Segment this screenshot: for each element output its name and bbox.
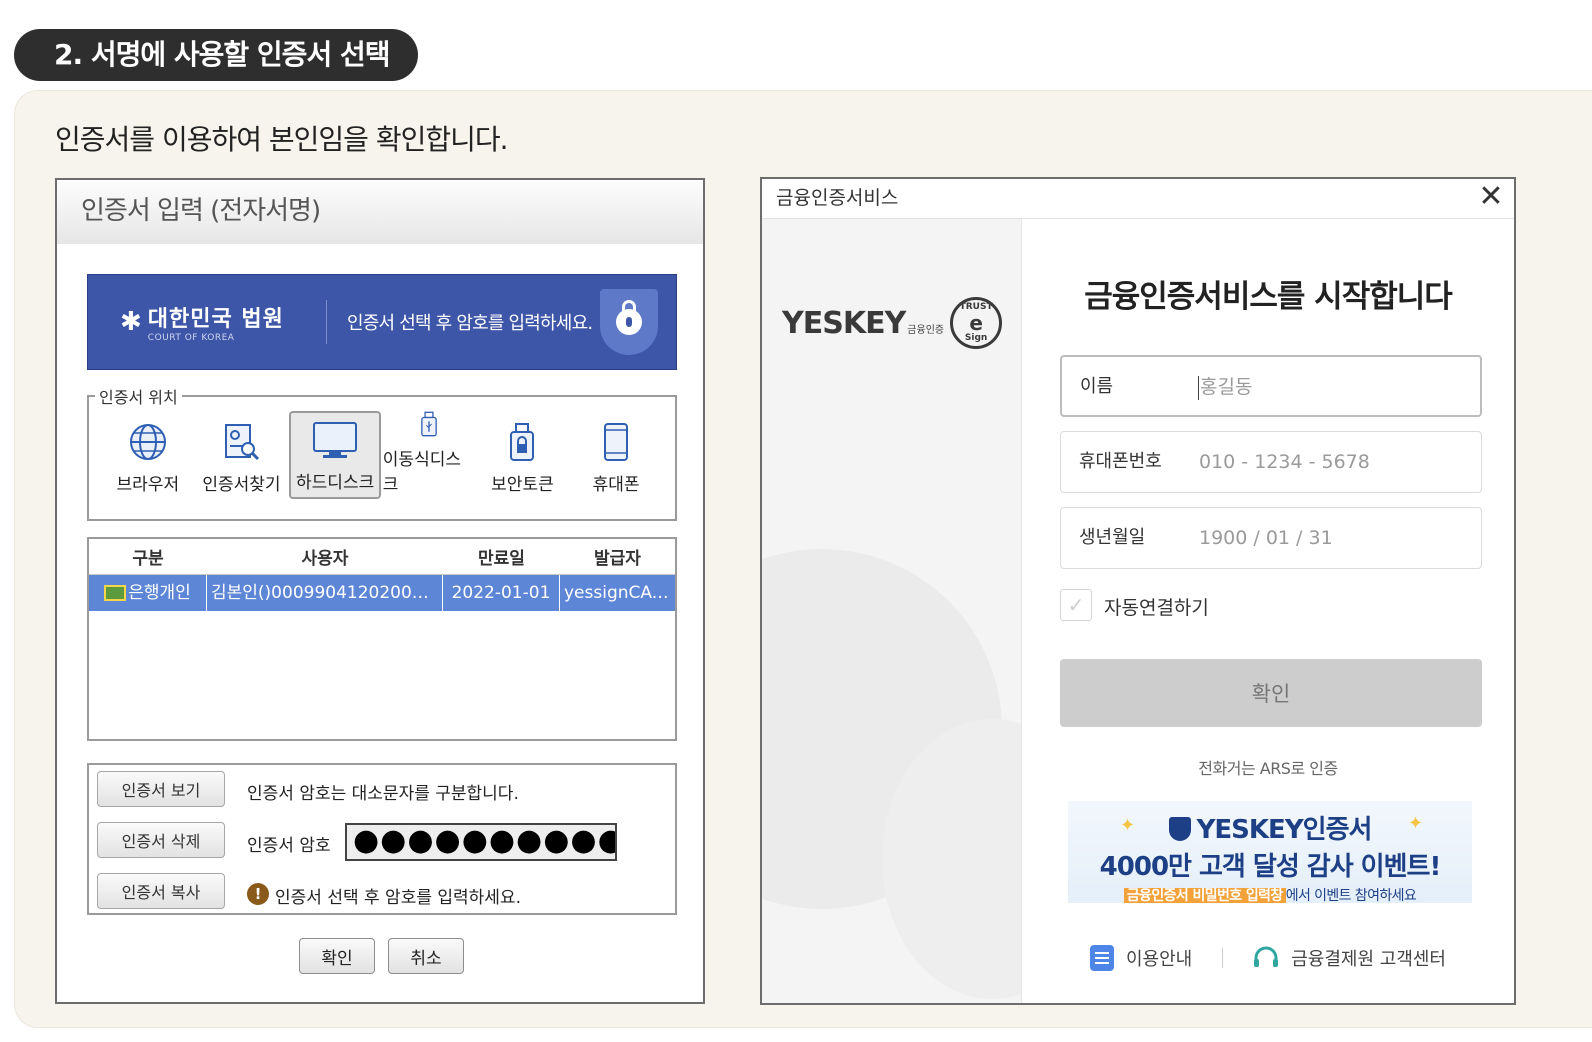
birthdate-label: 생년월일 [1079, 527, 1146, 548]
column-header[interactable]: 발급자 [560, 544, 675, 569]
delete-cert-button[interactable]: 인증서 삭제 [97, 822, 225, 858]
guide-link[interactable]: 이용안내 [1089, 945, 1193, 971]
cert-issuer: yessignCA-... [564, 583, 674, 603]
name-field[interactable]: 이름 홍길동 [1060, 355, 1482, 417]
intro-text: 인증서를 이용하여 본인임을 확인합니다. [55, 123, 509, 156]
shield-lock-icon [600, 289, 658, 355]
document-icon [1089, 945, 1114, 971]
sparkle-icon: ✦ [1120, 815, 1136, 836]
cert-user: 김본인()0009904120200708... [207, 575, 443, 611]
logo-word: YESKEY [782, 305, 906, 341]
fin-heading: 금융인증서비스를 시작합니다 [1084, 279, 1453, 315]
footer-links: 이용안내 금융결제원 고객센터 [1022, 945, 1514, 971]
brand-panel: YESKEY 금융인증 TRUST e Sign [762, 219, 1022, 1003]
window-titlebar: 금융인증서비스 ✕ [762, 179, 1514, 219]
location-label: 브라우저 [116, 475, 180, 495]
location-label: 하드디스크 [296, 473, 375, 493]
table-row[interactable]: 은행개인 김본인()0009904120200708... 2022-01-01… [89, 575, 675, 611]
security-token-icon [510, 423, 535, 461]
password-input[interactable]: ●●●●●●●●●● [345, 823, 617, 861]
cert-location-legend: 인증서 위치 [95, 384, 182, 408]
cert-expiry: 2022-01-01 [443, 575, 560, 611]
monitor-icon [313, 422, 358, 458]
footer-divider [1222, 948, 1224, 968]
logo-mark-e: e [969, 311, 983, 335]
cancel-button[interactable]: 취소 [388, 938, 464, 974]
cert-type: 은행개인 [128, 583, 191, 603]
sparkle-icon: ✦ [1408, 813, 1424, 834]
event-banner[interactable]: ✦ ✦ YESKEY인증서 4000만 고객 달성 감사 이벤트! 금융인증서 … [1068, 801, 1472, 903]
confirm-button[interactable]: 확인 [1060, 659, 1482, 727]
table-header: 구분 사용자 만료일 발급자 [89, 539, 675, 575]
cell-type: 은행개인 [89, 575, 207, 611]
court-name-en: COURT OF KOREA [147, 333, 235, 343]
location-label: 보안토큰 [491, 475, 554, 495]
usb-icon [420, 411, 437, 437]
column-header[interactable]: 사용자 [207, 544, 443, 569]
close-icon[interactable]: ✕ [1476, 182, 1506, 213]
event-headline: 4000만 고객 달성 감사 이벤트! [1099, 852, 1442, 882]
column-header[interactable]: 구분 [89, 544, 207, 569]
password-label: 인증서 암호 [247, 836, 331, 856]
auto-connect-label[interactable]: 자동연결하기 [1104, 593, 1209, 620]
cert-table: 구분 사용자 만료일 발급자 은행개인 김본인()000990412020070… [87, 537, 677, 741]
birthdate-placeholder: 1900 / 01 / 31 [1199, 527, 1333, 549]
court-name: 대한민국 법원 [147, 307, 284, 332]
password-group: 인증서 보기 인증서 삭제 인증서 복사 인증서 암호는 대소문자를 구분합니다… [87, 763, 677, 915]
view-cert-button[interactable]: 인증서 보기 [97, 771, 225, 807]
text-caret [1198, 376, 1199, 400]
name-placeholder: 홍길동 [1200, 376, 1253, 398]
step-title: 2. 서명에 사용할 인증서 선택 [14, 29, 418, 81]
case-notice: 인증서 암호는 대소문자를 구분합니다. [247, 784, 519, 804]
court-banner: ✱ 대한민국 법원 COURT OF KOREA 인증서 선택 후 암호를 입력… [87, 274, 677, 370]
shield-icon [1168, 817, 1191, 841]
copy-cert-button[interactable]: 인증서 복사 [97, 873, 225, 909]
warning-text: 인증서 선택 후 암호를 입력하세요. [275, 888, 521, 908]
column-header[interactable]: 만료일 [443, 544, 560, 569]
location-security-token[interactable]: 보안토큰 [476, 411, 568, 499]
location-removable-disk[interactable]: 이동식디스크 [383, 411, 475, 499]
globe-icon [129, 424, 166, 460]
auto-connect-checkbox[interactable]: ✓ [1060, 589, 1092, 621]
ars-auth-link[interactable]: 전화거는 ARS로 인증 [1022, 755, 1514, 779]
location-label: 인증서찾기 [202, 475, 281, 495]
phone-field[interactable]: 휴대폰번호 010 - 1234 - 5678 [1060, 431, 1482, 493]
court-emblem-icon: ✱ [120, 307, 142, 337]
event-desc: 에서 이벤트 참여하세요 [1285, 888, 1417, 903]
court-cert-dialog: 인증서 입력 (전자서명) ✱ 대한민국 법원 COURT OF KOREA 인… [55, 178, 705, 1004]
banner-divider [326, 300, 327, 344]
headset-icon [1254, 946, 1279, 967]
event-highlight: 금융인증서 비밀번호 입력창 [1123, 888, 1286, 903]
support-label: 금융결제원 고객센터 [1291, 949, 1446, 970]
location-browser[interactable]: 브라우저 [102, 411, 194, 499]
cert-location-group: 인증서 위치 브라우저 인증서찾기 하드디스크 이동식디스크 보안토큰 휴대폰 [87, 384, 677, 521]
dialog-title: 인증서 입력 (전자서명) [57, 180, 703, 244]
window-title: 금융인증서비스 [776, 187, 899, 209]
location-label: 휴대폰 [592, 475, 640, 495]
location-hard-disk[interactable]: 하드디스크 [289, 411, 382, 499]
name-label: 이름 [1080, 376, 1114, 397]
logo-mark-bottom: Sign [964, 333, 988, 343]
phone-label: 휴대폰번호 [1079, 451, 1162, 472]
event-title: YESKEY인증서 [1196, 815, 1373, 845]
ok-button[interactable]: 확인 [299, 938, 375, 974]
logo-sub: 금융인증 [907, 324, 945, 336]
location-cert-search[interactable]: 인증서찾기 [195, 411, 287, 499]
location-phone[interactable]: 휴대폰 [570, 411, 662, 499]
bank-cert-icon [104, 585, 127, 601]
cert-search-icon [225, 424, 260, 461]
fin-cert-dialog: 금융인증서비스 ✕ YESKEY 금융인증 TRUST e Sign 금융인증서… [760, 177, 1516, 1005]
court-logo: ✱ 대한민국 법원 COURT OF KOREA [120, 301, 320, 343]
location-label: 이동식디스크 [382, 450, 461, 495]
phone-placeholder: 010 - 1234 - 5678 [1199, 451, 1370, 473]
support-link[interactable]: 금융결제원 고객센터 [1253, 945, 1446, 971]
guide-label: 이용안내 [1125, 949, 1193, 970]
phone-icon [604, 423, 629, 461]
warning-icon: ! [247, 883, 269, 905]
yeskey-logo: YESKEY 금융인증 TRUST e Sign [782, 297, 1003, 349]
birthdate-field[interactable]: 생년월일 1900 / 01 / 31 [1060, 507, 1482, 569]
login-panel: 금융인증서비스를 시작합니다 이름 홍길동 휴대폰번호 010 - 1234 -… [1022, 219, 1514, 1003]
banner-message: 인증서 선택 후 암호를 입력하세요. [347, 313, 593, 334]
trust-esign-icon: TRUST e Sign [950, 297, 1003, 349]
